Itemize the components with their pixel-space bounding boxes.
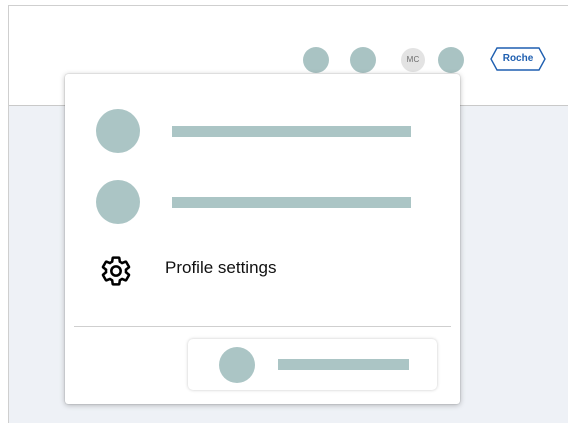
menu-item-label-placeholder bbox=[172, 126, 411, 137]
gear-icon bbox=[101, 256, 131, 286]
profile-settings-label: Profile settings bbox=[165, 258, 277, 277]
footer-label-placeholder bbox=[278, 359, 409, 370]
profile-dropdown-menu: Profile settings bbox=[65, 74, 460, 404]
footer-icon-placeholder bbox=[219, 347, 255, 383]
menu-item-icon-placeholder bbox=[96, 180, 140, 224]
logo-text: Roche bbox=[502, 53, 534, 64]
menu-item-label-placeholder bbox=[172, 197, 411, 208]
menu-item-icon-placeholder bbox=[96, 109, 140, 153]
app-window: MC Roche Profile settings bbox=[0, 0, 568, 423]
roche-logo: Roche bbox=[490, 47, 546, 71]
header-icon-placeholder-3[interactable] bbox=[438, 47, 464, 73]
menu-item-placeholder-2[interactable] bbox=[65, 178, 460, 228]
user-avatar[interactable]: MC bbox=[401, 48, 425, 72]
menu-item-placeholder-1[interactable] bbox=[65, 107, 460, 157]
menu-item-profile-settings[interactable]: Profile settings bbox=[65, 250, 460, 290]
footer-action-button[interactable] bbox=[188, 339, 437, 390]
header-icon-placeholder-1[interactable] bbox=[303, 47, 329, 73]
menu-divider bbox=[74, 326, 451, 327]
header-icon-placeholder-2[interactable] bbox=[350, 47, 376, 73]
